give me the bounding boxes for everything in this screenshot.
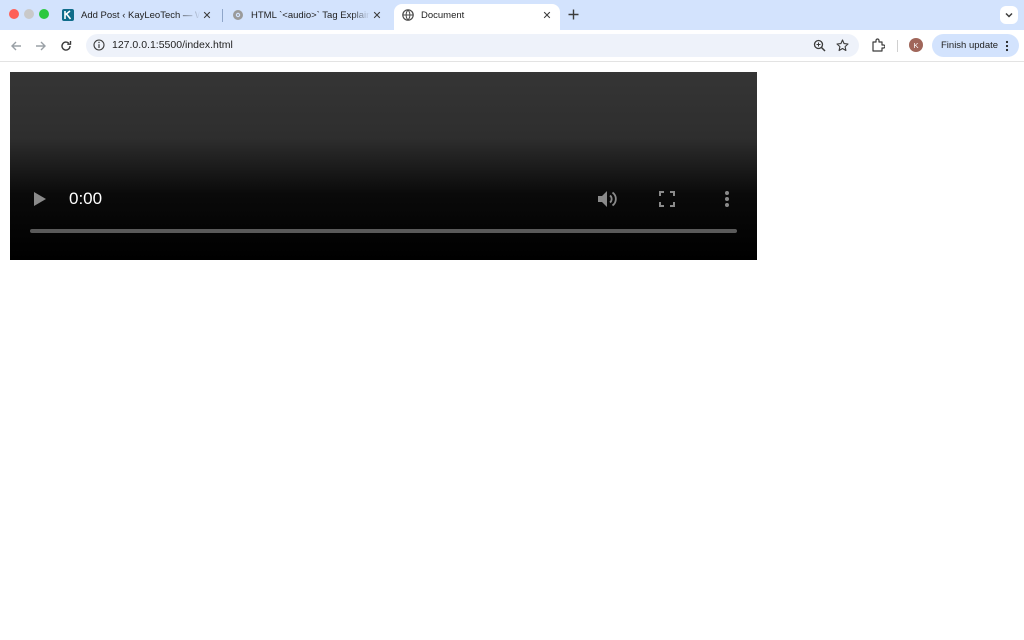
reload-icon xyxy=(61,41,72,51)
bookmark-star-icon[interactable] xyxy=(836,39,849,52)
back-button[interactable] xyxy=(7,37,25,55)
new-tab-button[interactable] xyxy=(565,6,581,22)
close-icon[interactable]: ✕ xyxy=(200,8,214,22)
avatar[interactable]: K xyxy=(909,38,923,52)
tab-title: Add Post ‹ KayLeoTech — WordPress xyxy=(81,9,200,21)
minimize-window-button[interactable] xyxy=(24,9,34,19)
finish-update-label: Finish update xyxy=(941,40,999,51)
more-vert-icon xyxy=(1005,40,1009,51)
tab-strip: Add Post ‹ KayLeoTech — WordPress ✕ HTML… xyxy=(0,0,1024,30)
finish-update-button[interactable]: Finish update xyxy=(932,34,1019,57)
url-text[interactable]: 127.0.0.1:5500/index.html xyxy=(112,39,233,51)
kayleotech-icon xyxy=(62,9,74,21)
volume-icon[interactable] xyxy=(597,189,619,209)
forward-button[interactable] xyxy=(32,37,50,55)
current-time: 0:00 xyxy=(69,189,103,208)
chevron-down-icon xyxy=(1005,12,1013,18)
extensions-icon[interactable] xyxy=(871,38,885,52)
tab-title: Document xyxy=(421,9,465,21)
back-arrow-icon xyxy=(11,41,21,51)
tab-title: HTML `<audio>` Tag Explained xyxy=(251,9,370,21)
video-player[interactable]: 0:00 xyxy=(10,72,757,260)
tab-add-post[interactable]: Add Post ‹ KayLeoTech — WordPress ✕ xyxy=(54,4,220,26)
address-bar[interactable]: 127.0.0.1:5500/index.html xyxy=(86,34,859,57)
close-icon[interactable]: ✕ xyxy=(370,8,384,22)
globe-icon xyxy=(402,9,414,21)
zoom-icon[interactable] xyxy=(813,39,826,52)
more-options-icon[interactable] xyxy=(723,190,731,208)
globe-gray-icon xyxy=(233,10,243,20)
tab-search-button[interactable] xyxy=(1000,6,1018,24)
close-window-button[interactable] xyxy=(9,9,19,19)
toolbar-divider xyxy=(897,40,898,52)
progress-bar[interactable] xyxy=(30,229,737,233)
tab-document[interactable]: Document ✕ xyxy=(394,4,560,30)
plus-icon xyxy=(568,9,578,19)
page-content: 0:00 xyxy=(0,63,1024,640)
avatar-initial: K xyxy=(913,40,919,50)
maximize-window-button[interactable] xyxy=(39,9,49,19)
close-icon[interactable]: ✕ xyxy=(540,8,554,22)
play-icon[interactable] xyxy=(33,191,47,207)
browser-toolbar: 127.0.0.1:5500/index.html K Finish updat… xyxy=(0,30,1024,62)
fullscreen-icon[interactable] xyxy=(659,191,675,207)
tab-audio-tag[interactable]: HTML `<audio>` Tag Explained ✕ xyxy=(224,4,390,26)
forward-arrow-icon xyxy=(36,41,46,51)
tab-divider xyxy=(222,9,223,22)
info-icon[interactable] xyxy=(93,39,105,51)
reload-button[interactable] xyxy=(57,37,75,55)
